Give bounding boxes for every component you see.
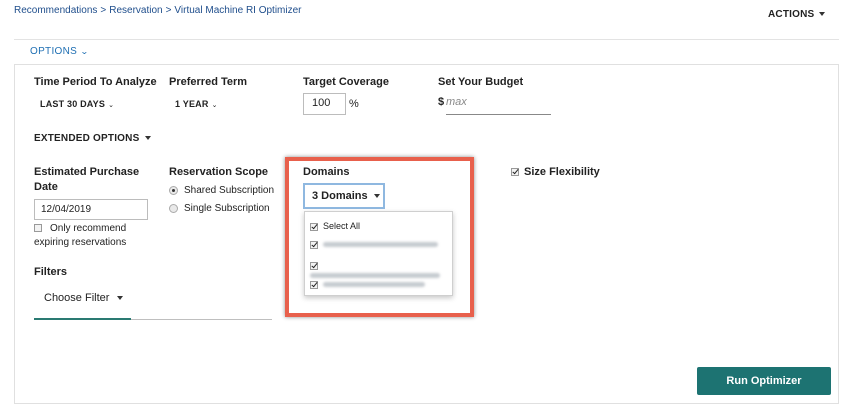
caret-down-icon — [145, 136, 152, 141]
breadcrumb: Recommendations > Reservation > Virtual Mach… — [14, 5, 302, 16]
filter-divider — [131, 319, 272, 320]
checkbox-checked-icon — [310, 240, 318, 249]
scope-option-single-label: Single Subscription — [184, 203, 270, 214]
select-all-label: Select All — [323, 221, 361, 231]
scope-option-shared[interactable]: Shared Subscription — [169, 185, 274, 196]
domain-option[interactable] — [310, 260, 452, 280]
checkbox-checked-icon — [310, 261, 318, 270]
size-flexibility-toggle[interactable]: Size Flexibility — [511, 166, 600, 178]
breadcrumb-recommendations[interactable]: Recommendations — [14, 5, 97, 16]
run-optimizer-button[interactable]: Run Optimizer — [697, 367, 831, 395]
redacted-domain-name — [310, 273, 440, 279]
redacted-domain-name — [323, 242, 438, 248]
purchase-date-label-line1: Estimated Purchase — [34, 166, 140, 178]
preferred-term-value: 1 YEAR — [175, 99, 209, 109]
breadcrumb-separator: > — [165, 5, 172, 16]
breadcrumb-current-page: Virtual Machine RI Optimizer — [174, 5, 302, 16]
options-label: OPTIONS — [30, 46, 78, 57]
breadcrumb-reservation[interactable]: Reservation — [109, 5, 162, 16]
radio-unselected-icon — [169, 203, 178, 213]
reservation-scope-label: Reservation Scope — [169, 166, 269, 178]
caret-down-icon — [373, 194, 380, 199]
preferred-term-label: Preferred Term — [169, 76, 248, 88]
extended-options-label: EXTENDED OPTIONS — [34, 133, 140, 144]
caret-down-icon — [819, 12, 826, 17]
target-coverage-unit: % — [349, 98, 359, 110]
time-period-label: Time Period To Analyze — [34, 76, 157, 88]
redacted-domain-name — [323, 282, 425, 288]
options-bar — [14, 39, 839, 64]
caret-down-icon — [117, 296, 124, 301]
actions-label: ACTIONS — [768, 9, 815, 20]
purchase-date-label-line2: Date — [34, 181, 58, 193]
radio-selected-icon — [169, 185, 178, 195]
target-coverage-label: Target Coverage — [303, 76, 389, 88]
extended-options-toggle[interactable]: EXTENDED OPTIONS — [34, 133, 152, 144]
purchase-date-input[interactable]: 12/04/2019 — [34, 199, 148, 220]
target-coverage-input[interactable]: 100 — [303, 93, 346, 115]
domains-dropdown-button[interactable]: 3 Domains — [303, 183, 385, 209]
expiring-checkbox-row: Only recommend — [34, 223, 126, 234]
checkbox-checked-icon — [310, 222, 318, 231]
actions-menu-button[interactable]: ACTIONS — [768, 9, 826, 20]
expiring-label-line2: expiring reservations — [34, 237, 127, 248]
domain-option[interactable] — [310, 279, 425, 289]
chevron-down-icon: ⌄ — [108, 102, 115, 109]
preferred-term-dropdown[interactable]: 1 YEAR ⌄ — [175, 99, 218, 109]
choose-filter-dropdown[interactable]: Choose Filter — [44, 292, 124, 304]
time-period-dropdown[interactable]: LAST 30 DAYS ⌄ — [40, 99, 114, 109]
domain-option[interactable] — [310, 239, 438, 249]
domains-dropdown-menu: Select All — [304, 211, 453, 296]
chevron-down-icon: ⌄ — [80, 47, 90, 56]
domains-button-label: 3 Domains — [312, 190, 368, 202]
checkbox-checked-icon — [310, 280, 318, 289]
expiring-checkbox[interactable] — [34, 224, 42, 233]
chevron-down-icon: ⌄ — [211, 102, 218, 109]
budget-label: Set Your Budget — [438, 76, 524, 88]
time-period-value: LAST 30 DAYS — [40, 99, 106, 109]
checkbox-checked-icon — [511, 168, 519, 177]
budget-input-underline — [446, 114, 551, 115]
domains-select-all[interactable]: Select All — [310, 221, 360, 231]
expiring-label-line1: Only recommend — [50, 223, 127, 234]
options-toggle[interactable]: OPTIONS ⌄ — [30, 46, 90, 57]
filter-tab-underline — [34, 318, 131, 320]
scope-option-single[interactable]: Single Subscription — [169, 203, 270, 214]
scope-option-shared-label: Shared Subscription — [184, 185, 275, 196]
budget-input[interactable]: max — [446, 96, 467, 108]
breadcrumb-separator: > — [100, 5, 107, 16]
currency-symbol: $ — [438, 96, 445, 108]
filters-label: Filters — [34, 266, 68, 278]
size-flexibility-label: Size Flexibility — [524, 166, 600, 178]
choose-filter-label: Choose Filter — [44, 292, 110, 304]
